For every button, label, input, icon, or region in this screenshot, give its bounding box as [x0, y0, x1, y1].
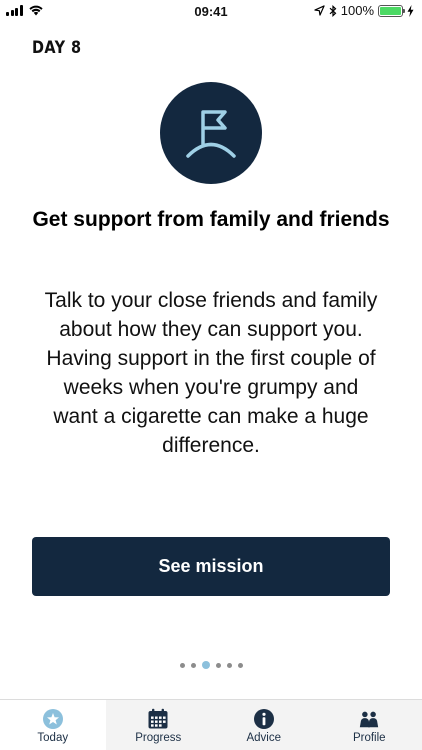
- flag-on-hill-icon: [160, 82, 262, 184]
- tab-today[interactable]: Today: [0, 700, 106, 750]
- tab-bar: Today Progress Advice Profile: [0, 699, 422, 750]
- see-mission-button[interactable]: See mission: [32, 537, 390, 596]
- charging-bolt-icon: [407, 4, 414, 17]
- mission-title: Get support from family and friends: [32, 208, 390, 231]
- tab-profile[interactable]: Profile: [317, 700, 422, 750]
- status-right: 100%: [314, 3, 414, 18]
- people-icon: [358, 708, 380, 730]
- tab-label: Progress: [135, 732, 182, 744]
- page-dot[interactable]: [215, 662, 221, 668]
- tab-label: Today: [37, 732, 69, 744]
- tab-label: Profile: [352, 732, 386, 744]
- tab-advice[interactable]: Advice: [211, 700, 317, 750]
- page-dot[interactable]: [190, 662, 196, 668]
- page-dot-active[interactable]: [201, 661, 210, 669]
- battery-icon: [378, 4, 405, 17]
- calendar-icon: [147, 708, 169, 730]
- status-bar: 09:41 100%: [0, 0, 422, 22]
- battery-fill: [380, 6, 401, 15]
- page-dot[interactable]: [237, 662, 243, 668]
- star-badge-icon: [42, 708, 64, 730]
- day-label: DAY 8: [32, 38, 82, 58]
- tab-label: Advice: [246, 732, 282, 744]
- bluetooth-icon: [329, 4, 337, 17]
- page-dot[interactable]: [179, 662, 185, 668]
- page-dot[interactable]: [226, 662, 232, 668]
- page-indicator[interactable]: [0, 661, 422, 669]
- battery-percent: 100%: [340, 3, 374, 18]
- location-arrow-icon: [314, 5, 325, 16]
- mission-description: Talk to your close friends and family ab…: [44, 289, 378, 457]
- info-icon: [253, 708, 275, 730]
- tab-progress[interactable]: Progress: [106, 700, 212, 750]
